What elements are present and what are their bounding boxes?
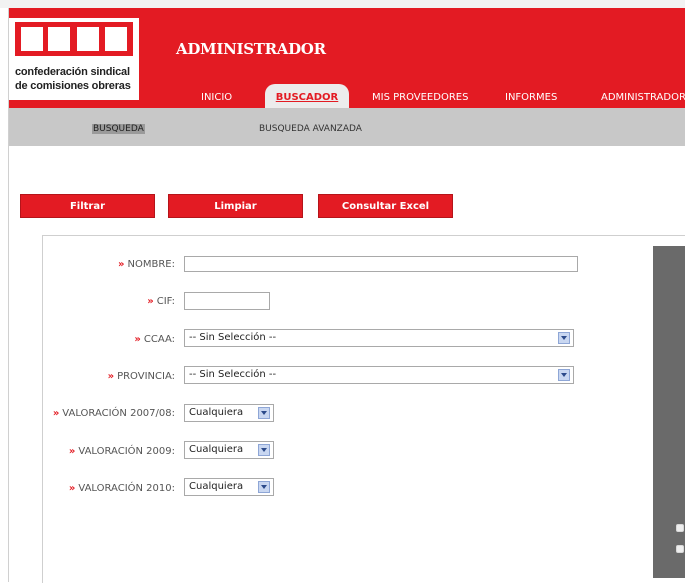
logo-line2: de comisiones obreras	[15, 80, 131, 92]
chevron-down-icon[interactable]	[258, 407, 270, 419]
valoracion-2010-select[interactable]: Cualquiera	[184, 478, 274, 496]
nav-item-mis-proveedores[interactable]: MIS PROVEEDORES	[372, 92, 468, 103]
chevron-down-icon[interactable]	[258, 444, 270, 456]
side-handle-bottom[interactable]	[676, 545, 684, 553]
valoracion-2010-label: » VALORACIÓN 2010:	[68, 483, 175, 494]
excel-button[interactable]: Consultar Excel	[318, 194, 453, 218]
page-title: ADMINISTRADOR	[176, 40, 326, 58]
valoracion-2009-select[interactable]: Cualquiera	[184, 441, 274, 459]
chevron-down-icon[interactable]	[258, 481, 270, 493]
valoracion-2007-08-select[interactable]: Cualquiera	[184, 404, 274, 422]
provincia-select[interactable]: -- Sin Selección --	[184, 366, 574, 384]
cif-input[interactable]	[184, 292, 270, 310]
filter-button[interactable]: Filtrar	[20, 194, 155, 218]
ccoo-logo[interactable]: confederación sindical de comisiones obr…	[9, 18, 139, 100]
logo-mark	[15, 22, 133, 56]
valoracion-2009-value: Cualquiera	[189, 444, 244, 455]
cif-label: » CIF:	[147, 296, 175, 307]
nav-item-inicio[interactable]: INICIO	[201, 92, 232, 103]
nav-item-buscador[interactable]: BUSCADOR	[265, 84, 349, 108]
subnav-item-busqueda[interactable]: BUSQUEDA	[92, 124, 145, 134]
nav-item-administrador[interactable]: ADMINISTRADOR	[601, 92, 685, 103]
nav-item-informes[interactable]: INFORMES	[505, 92, 557, 103]
clear-button[interactable]: Limpiar	[168, 194, 303, 218]
left-edge	[0, 8, 9, 582]
ccaa-label: » CCAA:	[134, 334, 175, 345]
ccaa-select-value: -- Sin Selección --	[189, 332, 277, 343]
valoracion-2007-08-value: Cualquiera	[189, 407, 244, 418]
valoracion-2009-label: » VALORACIÓN 2009:	[68, 446, 175, 457]
provincia-select-value: -- Sin Selección --	[189, 369, 277, 380]
nombre-label: » NOMBRE:	[118, 259, 175, 270]
chevron-down-icon[interactable]	[558, 332, 570, 344]
ccaa-select[interactable]: -- Sin Selección --	[184, 329, 574, 347]
side-handle-top[interactable]	[676, 524, 684, 532]
nav-item-buscador-label: BUSCADOR	[275, 92, 339, 103]
valoracion-2007-08-label: » VALORACIÓN 2007/08:	[52, 408, 175, 419]
chevron-down-icon[interactable]	[558, 369, 570, 381]
valoracion-2010-value: Cualquiera	[189, 481, 244, 492]
nombre-input[interactable]	[184, 256, 578, 272]
provincia-label: » PROVINCIA:	[107, 371, 175, 382]
logo-line1: confederación sindical	[15, 66, 130, 78]
top-strip	[0, 0, 685, 8]
subnav-item-busqueda-avanzada[interactable]: BUSQUEDA AVANZADA	[259, 124, 362, 134]
